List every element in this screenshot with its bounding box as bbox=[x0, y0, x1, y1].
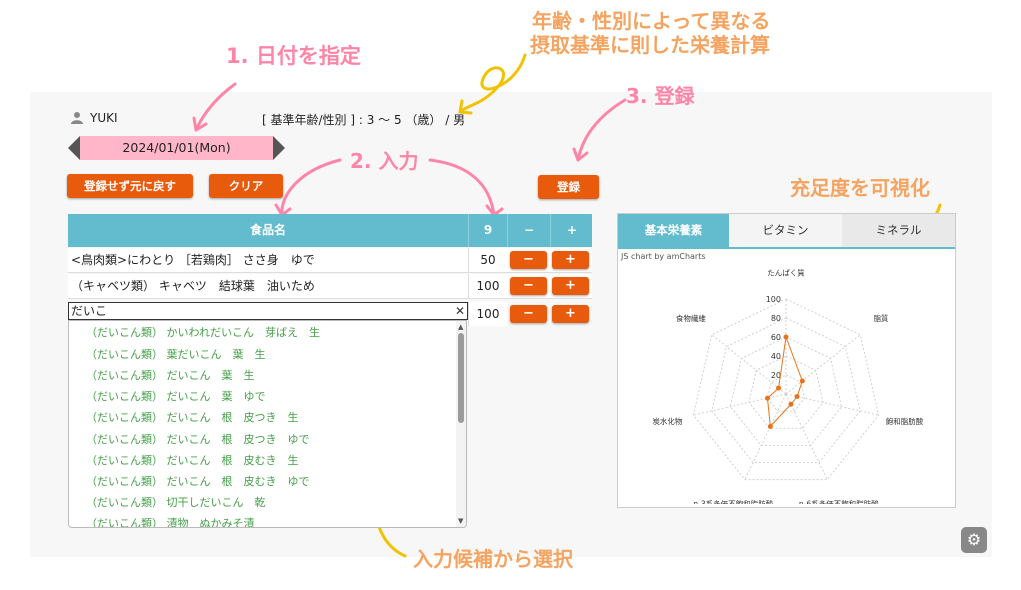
scroll-down-icon[interactable]: ▼ bbox=[458, 517, 463, 525]
dropdown-scrollbar[interactable]: ▲ ▼ bbox=[456, 321, 466, 527]
table-row: （キャベツ類） キャベツ 結球葉 油いため 100 − + bbox=[68, 274, 592, 299]
radar-point bbox=[794, 394, 800, 400]
date-selector: 2024/01/01(Mon) bbox=[68, 136, 285, 161]
standard-info: [ 基準年齢/性別 ] : 3 〜 5 （歳） / 男 bbox=[262, 113, 466, 127]
scroll-up-icon[interactable]: ▲ bbox=[458, 323, 463, 331]
clear-icon[interactable]: ✕ bbox=[455, 303, 465, 319]
clear-button[interactable]: クリア bbox=[209, 174, 283, 198]
radar-point bbox=[788, 401, 794, 407]
food-name: <鳥肉類>にわとり ［若鶏肉］ ささ身 ゆで bbox=[71, 253, 315, 267]
candidate-item[interactable]: （だいこん類） だいこん 葉 ゆで bbox=[86, 388, 266, 404]
candidate-item[interactable]: （だいこん類） だいこん 根 皮つき ゆで bbox=[86, 431, 310, 447]
radar-point bbox=[783, 334, 789, 340]
radar-tick-label: 80 bbox=[771, 314, 781, 323]
tab-basic[interactable]: 基本栄養素 bbox=[618, 214, 729, 247]
tab-mineral[interactable]: ミネラル bbox=[842, 214, 955, 247]
user-name: YUKI bbox=[90, 111, 118, 125]
radar-category-label: 脂質 bbox=[874, 313, 890, 323]
radar-tick-label: 100 bbox=[766, 295, 781, 304]
prev-date-icon[interactable] bbox=[68, 136, 80, 160]
tab-underline bbox=[618, 247, 955, 249]
minus-button[interactable]: − bbox=[510, 277, 547, 295]
plus-button[interactable]: + bbox=[552, 251, 589, 269]
radar-category-label: 飽和脂肪酸 bbox=[886, 416, 924, 426]
header-plus: + bbox=[550, 214, 593, 247]
candidate-item[interactable]: （だいこん類） だいこん 葉 生 bbox=[86, 367, 255, 383]
radar-category-label: n-6系多価不飽和脂肪酸 bbox=[799, 499, 879, 504]
radar-point bbox=[776, 385, 782, 391]
radar-axis-line bbox=[785, 393, 828, 480]
radar-chart: 20406080100たんぱく質脂質飽和脂肪酸n-6系多価不飽和脂肪酸n-3系多… bbox=[652, 267, 924, 504]
register-button[interactable]: 登録 bbox=[538, 175, 599, 199]
radar-point bbox=[764, 395, 770, 401]
radar-category-label: 食物繊維 bbox=[676, 313, 706, 323]
plus-button[interactable]: + bbox=[552, 305, 589, 323]
radar-point bbox=[767, 424, 773, 430]
date-display[interactable]: 2024/01/01(Mon) bbox=[80, 136, 273, 160]
food-search-input[interactable]: だいこ ✕ bbox=[68, 302, 468, 320]
minus-button[interactable]: − bbox=[510, 251, 547, 269]
radar-point bbox=[799, 378, 805, 384]
food-qty[interactable]: 50 bbox=[468, 248, 507, 272]
candidate-dropdown: （だいこん類） かいわれだいこん 芽ばえ 生 （だいこん類） 葉だいこん 葉 生… bbox=[68, 320, 467, 528]
user-icon bbox=[71, 112, 83, 124]
radar-category-label: たんぱく質 bbox=[767, 267, 805, 277]
minus-button[interactable]: − bbox=[510, 305, 547, 323]
candidate-item[interactable]: （だいこん類） 漬物 ぬかみそ漬 bbox=[86, 515, 255, 527]
user-info: YUKI bbox=[70, 111, 118, 125]
plus-button[interactable]: + bbox=[552, 277, 589, 295]
table-header: 食品名 9 − + bbox=[68, 214, 592, 247]
radar-category-label: n-3系多価不飽和脂肪酸 bbox=[693, 499, 773, 504]
candidate-item[interactable]: （だいこん類） だいこん 根 皮むき 生 bbox=[86, 452, 299, 468]
next-date-icon[interactable] bbox=[273, 136, 285, 160]
candidate-item[interactable]: （だいこん類） 切干しだいこん 乾 bbox=[86, 494, 266, 510]
header-minus: − bbox=[507, 214, 550, 247]
tab-vitamin[interactable]: ビタミン bbox=[729, 214, 842, 247]
radar-axis-line bbox=[693, 393, 787, 416]
scroll-thumb[interactable] bbox=[458, 333, 464, 423]
food-name: （キャベツ類） キャベツ 結球葉 油いため bbox=[71, 279, 315, 293]
food-qty[interactable]: 100 bbox=[468, 302, 507, 326]
candidate-item[interactable]: （だいこん類） 葉だいこん 葉 生 bbox=[86, 346, 266, 362]
header-food: 食品名 bbox=[249, 223, 286, 237]
radar-tick-label: 60 bbox=[771, 333, 781, 342]
radar-axis-line bbox=[744, 393, 787, 480]
search-value: だいこ bbox=[71, 304, 108, 318]
header-qty: 9 bbox=[468, 214, 507, 247]
table-row: <鳥肉類>にわとり ［若鶏肉］ ささ身 ゆで 50 − + bbox=[68, 248, 592, 273]
food-qty[interactable]: 100 bbox=[468, 274, 507, 298]
radar-category-label: 炭水化物 bbox=[652, 416, 682, 426]
candidate-item[interactable]: （だいこん類） かいわれだいこん 芽ばえ 生 bbox=[86, 324, 320, 340]
nutrition-chart-card: 基本栄養素 ビタミン ミネラル JS chart by amCharts 20 4… bbox=[617, 213, 956, 508]
candidate-item[interactable]: （だいこん類） だいこん 根 皮つき 生 bbox=[86, 409, 299, 425]
settings-gear-icon[interactable]: ⚙ bbox=[961, 527, 987, 553]
candidate-item[interactable]: （だいこん類） だいこん 根 皮むき ゆで bbox=[86, 473, 310, 489]
radar-tick-label: 40 bbox=[771, 352, 781, 361]
revert-button[interactable]: 登録せず元に戻す bbox=[67, 174, 193, 198]
